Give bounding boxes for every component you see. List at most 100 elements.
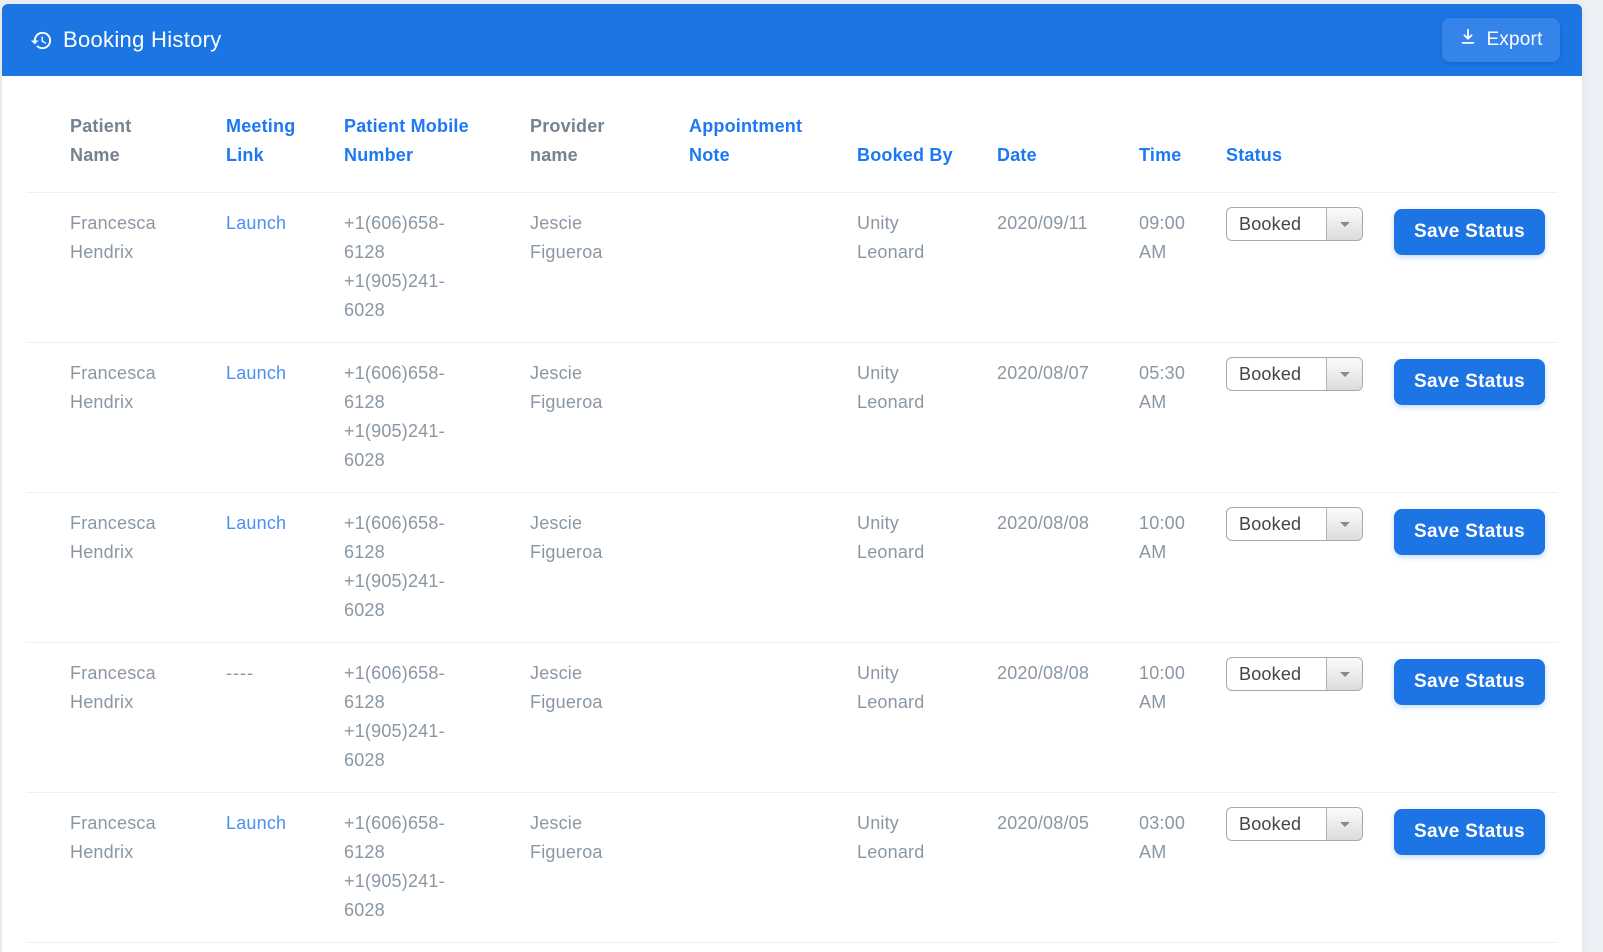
save-status-button[interactable]: Save Status	[1394, 509, 1545, 555]
patient-name-cell: Francesca Hendrix	[26, 193, 226, 267]
patient-name-cell: Francesca Hendrix	[26, 643, 226, 717]
patient-name-cell: Francesca Hendrix	[26, 793, 226, 867]
date-cell: 2020/08/08	[997, 493, 1139, 538]
table-row: Francesca Hendrix ---- +1(606)658-6128+1…	[26, 643, 1558, 793]
history-icon	[30, 29, 53, 52]
date-cell: 2020/08/07	[997, 343, 1139, 388]
page-title-label: Booking History	[63, 27, 222, 53]
save-status-button[interactable]: Save Status	[1394, 209, 1545, 255]
provider-name-cell: Jescie Figueroa	[530, 793, 689, 867]
action-cell: Save Status	[1394, 793, 1558, 855]
status-select[interactable]: Booked	[1226, 507, 1363, 541]
status-select-value: Booked	[1227, 508, 1326, 540]
column-header: Patient Mobile Number	[344, 112, 530, 192]
mobile-number: +1(606)658-6128	[344, 359, 469, 417]
save-status-button[interactable]: Save Status	[1394, 359, 1545, 405]
table-row: Francesca Hendrix Launch +1(606)658-6128…	[26, 493, 1558, 643]
patient-name-cell: Francesca Hendrix	[26, 343, 226, 417]
status-select-value: Booked	[1227, 808, 1326, 840]
provider-name-cell: Jescie Figueroa	[530, 343, 689, 417]
action-cell: Save Status	[1394, 493, 1558, 555]
status-cell: Booked	[1226, 643, 1394, 691]
booked-by-cell: Unity Leonard	[857, 793, 997, 867]
appointment-note-cell	[689, 643, 857, 659]
mobile-numbers: +1(606)658-6128+1(905)241-6028	[344, 643, 530, 775]
column-header: Meeting Link	[226, 112, 344, 192]
mobile-number: +1(905)241-6028	[344, 867, 469, 925]
booked-by-cell: Unity Leonard	[857, 493, 997, 567]
time-cell: 03:00 AM	[1139, 793, 1226, 867]
meeting-link[interactable]: Launch	[226, 493, 344, 538]
export-button-label: Export	[1486, 29, 1542, 51]
status-cell: Booked	[1226, 493, 1394, 541]
table-row: Francesca Hendrix Launch +1(606)658-6128…	[26, 793, 1558, 943]
mobile-number: +1(905)241-6028	[344, 417, 469, 475]
export-button[interactable]: Export	[1442, 18, 1560, 62]
table-body: Francesca Hendrix Launch +1(606)658-6128…	[26, 193, 1558, 943]
mobile-number: +1(905)241-6028	[344, 267, 469, 325]
time-cell: 10:00 AM	[1139, 643, 1226, 717]
booked-by-cell: Unity Leonard	[857, 643, 997, 717]
status-select[interactable]: Booked	[1226, 657, 1363, 691]
status-select-value: Booked	[1227, 208, 1326, 240]
booking-history-card: Booking History Export Patient NameMeeti…	[2, 4, 1582, 952]
column-header: Time	[1139, 141, 1226, 192]
chevron-down-icon	[1326, 508, 1362, 540]
mobile-number: +1(905)241-6028	[344, 567, 469, 625]
status-select-value: Booked	[1227, 358, 1326, 390]
appointment-note-cell	[689, 343, 857, 359]
booking-table: Patient NameMeeting LinkPatient Mobile N…	[26, 76, 1558, 943]
status-select[interactable]: Booked	[1226, 357, 1363, 391]
patient-name-cell: Francesca Hendrix	[26, 493, 226, 567]
booked-by-cell: Unity Leonard	[857, 343, 997, 417]
mobile-number: +1(606)658-6128	[344, 809, 469, 867]
mobile-number: +1(905)241-6028	[344, 717, 469, 775]
provider-name-cell: Jescie Figueroa	[530, 193, 689, 267]
table-row: Francesca Hendrix Launch +1(606)658-6128…	[26, 343, 1558, 493]
provider-name-cell: Jescie Figueroa	[530, 643, 689, 717]
mobile-numbers: +1(606)658-6128+1(905)241-6028	[344, 193, 530, 325]
meeting-link[interactable]: Launch	[226, 793, 344, 838]
provider-name-cell: Jescie Figueroa	[530, 493, 689, 567]
appointment-note-cell	[689, 193, 857, 209]
meeting-link[interactable]: Launch	[226, 193, 344, 238]
meeting-link[interactable]: Launch	[226, 343, 344, 388]
column-header: Date	[997, 141, 1139, 192]
save-status-button[interactable]: Save Status	[1394, 809, 1545, 855]
date-cell: 2020/08/05	[997, 793, 1139, 838]
booked-by-cell: Unity Leonard	[857, 193, 997, 267]
table-row: Francesca Hendrix Launch +1(606)658-6128…	[26, 193, 1558, 343]
mobile-numbers: +1(606)658-6128+1(905)241-6028	[344, 493, 530, 625]
status-select-value: Booked	[1227, 658, 1326, 690]
date-cell: 2020/08/08	[997, 643, 1139, 688]
action-cell: Save Status	[1394, 343, 1558, 405]
appointment-note-cell	[689, 493, 857, 509]
time-cell: 05:30 AM	[1139, 343, 1226, 417]
chevron-down-icon	[1326, 358, 1362, 390]
column-header: Patient Name	[26, 112, 226, 192]
action-cell: Save Status	[1394, 643, 1558, 705]
status-select[interactable]: Booked	[1226, 207, 1363, 241]
mobile-number: +1(606)658-6128	[344, 509, 469, 567]
meeting-link: ----	[226, 643, 344, 688]
mobile-number: +1(606)658-6128	[344, 659, 469, 717]
column-header: Appointment Note	[689, 112, 857, 192]
status-select[interactable]: Booked	[1226, 807, 1363, 841]
column-header: Provider name	[530, 112, 689, 192]
chevron-down-icon	[1326, 808, 1362, 840]
mobile-numbers: +1(606)658-6128+1(905)241-6028	[344, 343, 530, 475]
mobile-number: +1(606)658-6128	[344, 209, 469, 267]
time-cell: 09:00 AM	[1139, 193, 1226, 267]
download-icon	[1459, 28, 1477, 52]
mobile-numbers: +1(606)658-6128+1(905)241-6028	[344, 793, 530, 925]
chevron-down-icon	[1326, 658, 1362, 690]
save-status-button[interactable]: Save Status	[1394, 659, 1545, 705]
status-cell: Booked	[1226, 793, 1394, 841]
chevron-down-icon	[1326, 208, 1362, 240]
date-cell: 2020/09/11	[997, 193, 1139, 238]
column-header: Status	[1226, 141, 1394, 192]
action-cell: Save Status	[1394, 193, 1558, 255]
status-cell: Booked	[1226, 343, 1394, 391]
appbar: Booking History Export	[2, 4, 1582, 76]
appointment-note-cell	[689, 793, 857, 809]
